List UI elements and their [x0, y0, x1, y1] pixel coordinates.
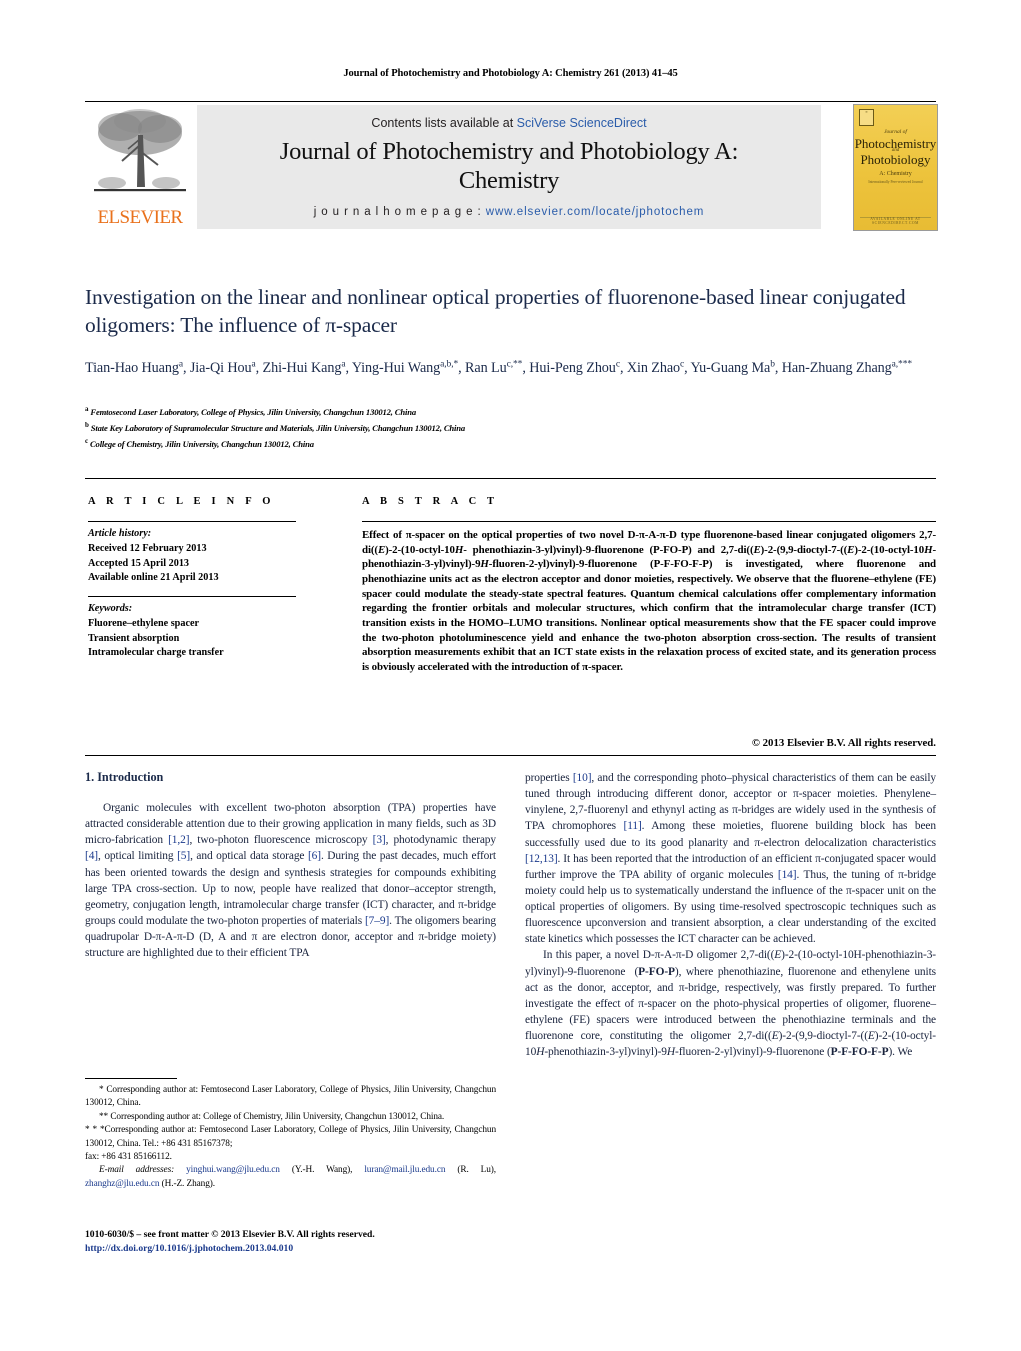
journal-title: Journal of Photochemistry and Photobiolo…: [280, 138, 739, 196]
elsevier-wordmark: ELSEVIER: [97, 207, 184, 228]
cover-elsevier-badge-icon: ≡: [859, 109, 874, 126]
article-history-accepted: Accepted 15 April 2013: [88, 557, 190, 569]
journal-masthead: ELSEVIER Contents lists available at Sci…: [85, 103, 938, 231]
footnote-corresponding-2: ** Corresponding author at: College of C…: [99, 1111, 445, 1122]
footnote-block: * Corresponding author at: Femtosecond L…: [85, 1084, 496, 1191]
keywords-label: Keywords:: [88, 603, 133, 614]
cover-journal-of: Journal of: [884, 129, 907, 135]
cover-subtitle-2: Internationally Peer-reviewed Journal: [868, 180, 923, 184]
band-bottom-rule: [85, 755, 936, 756]
elsevier-logo: ELSEVIER: [88, 105, 192, 229]
masthead-top-rule: [85, 101, 936, 102]
article-info-rule: [88, 521, 296, 522]
intro-paragraph-1: Organic molecules with excellent two-pho…: [85, 802, 496, 960]
affiliation-c-text: College of Chemistry, Jilin University, …: [89, 438, 314, 449]
article-info-heading: A R T I C L E I N F O: [88, 496, 275, 507]
cover-subtitle: A: Chemistry: [879, 171, 912, 177]
affiliation-c: c College of Chemistry, Jilin University…: [85, 436, 314, 449]
keyword-3: Intramolecular charge transfer: [88, 647, 224, 659]
article-history-received: Received 12 February 2013: [88, 542, 207, 554]
sciencedirect-link[interactable]: SciVerse ScienceDirect: [517, 116, 647, 130]
masthead-center-panel: Contents lists available at SciVerse Sci…: [197, 105, 821, 229]
journal-title-line2: Chemistry: [458, 166, 560, 194]
footnote-emails: E-mail addresses: yinghui.wang@jlu.edu.c…: [85, 1165, 496, 1189]
footnote-corresponding-3: * * *Corresponding author at: Femtosecon…: [85, 1125, 496, 1149]
article-history-label: Article history:: [88, 528, 152, 539]
cover-footer: AVAILABLE ONLINE AT SCIENCEDIRECT.COM: [870, 217, 921, 225]
abstract-text: Effect of π-spacer on the optical proper…: [362, 529, 937, 673]
footnote-corresponding-1: * Corresponding author at: Femtosecond L…: [85, 1085, 496, 1109]
journal-cover-thumbnail: ≡ Journal of Photochemistry and Photobio…: [853, 104, 938, 231]
affiliation-a: a Femtosecond Laser Laboratory, College …: [85, 405, 417, 417]
band-top-rule: [85, 478, 936, 479]
section-heading-introduction: 1. Introduction: [85, 770, 164, 784]
keywords-block: Keywords: Fluorene–ethylene spacer Trans…: [88, 602, 318, 661]
cover-title-line2: Photobiology: [860, 152, 931, 167]
doi-link[interactable]: http://dx.doi.org/10.1016/j.jphotochem.2…: [85, 1242, 545, 1256]
affiliation-a-text: Femtosecond Laser Laboratory, College of…: [90, 406, 417, 417]
footnote-fax: fax: +86 431 85166112.: [85, 1151, 172, 1162]
journal-title-line1: Journal of Photochemistry and Photobiolo…: [279, 138, 739, 165]
running-head: Journal of Photochemistry and Photobiolo…: [343, 68, 678, 79]
keyword-1: Fluorene–ethylene spacer: [88, 617, 200, 629]
elsevier-tree-icon: [94, 109, 186, 192]
body-column-left: Organic molecules with excellent two-pho…: [85, 800, 496, 961]
article-page: Journal of Photochemistry and Photobiolo…: [0, 0, 1021, 1351]
cover-background: ≡ Journal of Photochemistry and Photobio…: [854, 105, 937, 230]
author-list: Tian-Hao Huanga, Jia-Qi Houa, Zhi-Hui Ka…: [85, 359, 912, 376]
journal-homepage-line: j o u r n a l h o m e p a g e : www.else…: [314, 206, 705, 218]
contents-available-line: Contents lists available at SciVerse Sci…: [371, 116, 646, 130]
journal-homepage-link[interactable]: www.elsevier.com/locate/jphotochem: [486, 206, 705, 218]
affiliation-list: a Femtosecond Laser Laboratory, College …: [85, 404, 940, 451]
footnote-rule: [85, 1078, 177, 1079]
abstract-copyright: © 2013 Elsevier B.V. All rights reserved…: [751, 737, 936, 749]
homepage-prefix: j o u r n a l h o m e p a g e :: [313, 205, 486, 218]
imprint-block: 1010-6030/$ – see front matter © 2013 El…: [85, 1228, 545, 1257]
article-history-block: Article history: Received 12 February 20…: [88, 527, 318, 586]
abstract-heading: A B S T R A C T: [362, 496, 499, 507]
body-column-right: properties [10], and the corresponding p…: [525, 770, 936, 1060]
intro-paragraph-1-cont: properties [10], and the corresponding p…: [525, 772, 937, 946]
contents-prefix: Contents lists available at: [371, 116, 517, 130]
keyword-2: Transient absorption: [88, 632, 180, 644]
issn-front-matter: 1010-6030/$ – see front matter © 2013 El…: [85, 1229, 375, 1240]
page-title: Investigation on the linear and nonlinea…: [85, 285, 906, 338]
affiliation-b: b State Key Laboratory of Supramolecular…: [85, 420, 466, 433]
affiliation-b-text: State Key Laboratory of Supramolecular S…: [90, 422, 466, 433]
article-history-online: Available online 21 April 2013: [88, 572, 219, 584]
abstract-rule: [362, 521, 936, 522]
intro-paragraph-2: In this paper, a novel D-π-A-π-D oligome…: [525, 949, 936, 1059]
keywords-rule: [88, 596, 296, 597]
